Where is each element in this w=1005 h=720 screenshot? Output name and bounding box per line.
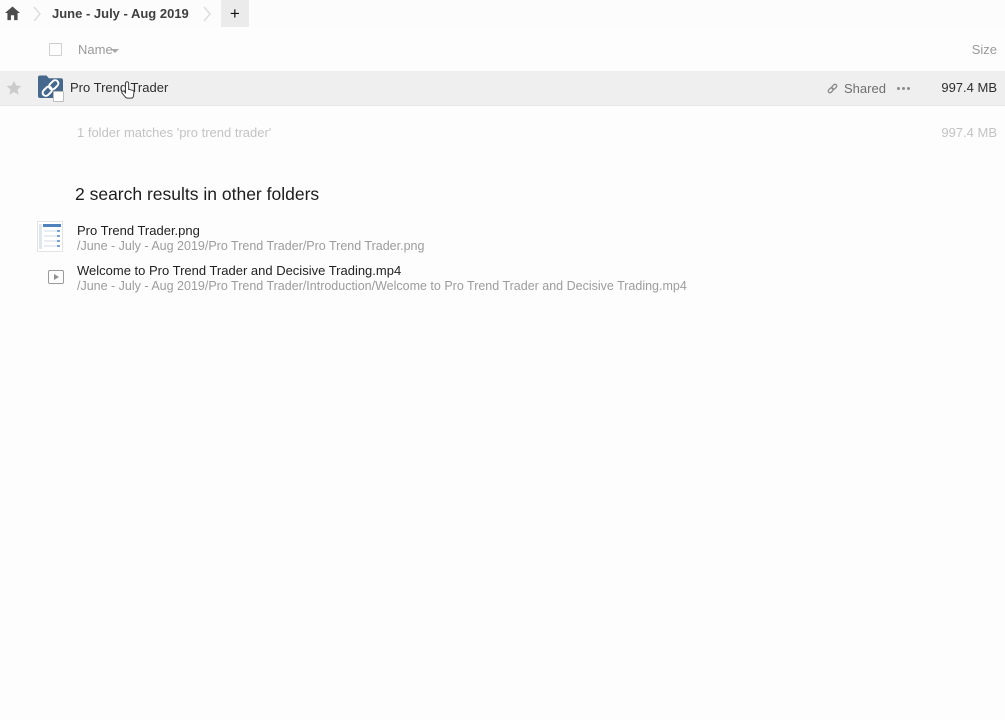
- shared-label: Shared: [844, 81, 886, 96]
- breadcrumb-bar: June - July - Aug 2019 +: [0, 0, 1005, 27]
- sort-caret-icon[interactable]: [111, 49, 119, 53]
- result-file-name[interactable]: Pro Trend Trader.png: [77, 223, 424, 238]
- search-results-heading: 2 search results in other folders: [75, 184, 319, 205]
- summary-size: 997.4 MB: [941, 106, 997, 160]
- result-file-name[interactable]: Welcome to Pro Trend Trader and Decisive…: [77, 263, 687, 278]
- column-header-size[interactable]: Size: [972, 36, 997, 64]
- home-button[interactable]: [5, 6, 20, 21]
- search-result-item[interactable]: Welcome to Pro Trend Trader and Decisive…: [0, 261, 1005, 299]
- more-options-icon: [897, 87, 900, 90]
- home-icon: [5, 6, 20, 21]
- more-options-button[interactable]: [892, 71, 914, 106]
- chevron-separator-icon: [33, 6, 41, 22]
- share-link-icon: [826, 82, 839, 95]
- select-all-checkbox[interactable]: [49, 43, 62, 56]
- file-name[interactable]: Pro Trend Trader: [70, 71, 168, 106]
- row-checkbox[interactable]: [53, 91, 64, 102]
- list-header: Name Size: [0, 36, 1005, 64]
- result-file-path: /June - July - Aug 2019/Pro Trend Trader…: [77, 279, 687, 294]
- summary-text: 1 folder matches 'pro trend trader': [77, 106, 271, 160]
- shared-button[interactable]: Shared: [826, 71, 886, 106]
- favorite-star-icon[interactable]: [6, 80, 22, 96]
- chevron-separator-icon: [203, 6, 211, 22]
- result-file-path: /June - July - Aug 2019/Pro Trend Trader…: [77, 239, 424, 254]
- breadcrumb-item[interactable]: June - July - Aug 2019: [52, 6, 189, 21]
- file-size: 997.4 MB: [941, 71, 997, 106]
- image-thumbnail: [37, 221, 63, 252]
- column-header-name[interactable]: Name: [78, 36, 113, 64]
- file-manager-page: June - July - Aug 2019 + Name Size: [0, 0, 1005, 720]
- file-row[interactable]: Pro Trend Trader Shared 997.4 MB: [0, 71, 1005, 106]
- search-result-item[interactable]: Pro Trend Trader.png /June - July - Aug …: [0, 221, 1005, 259]
- summary-row: 1 folder matches 'pro trend trader' 997.…: [0, 106, 1005, 160]
- new-file-button[interactable]: +: [221, 0, 249, 27]
- video-file-icon: [48, 270, 64, 284]
